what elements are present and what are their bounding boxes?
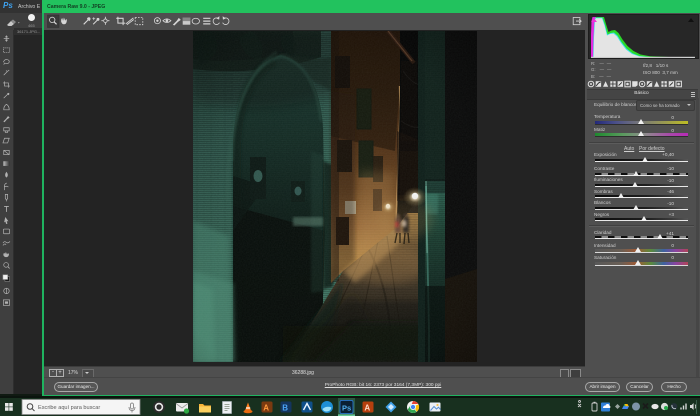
svg-text:B: B xyxy=(282,404,288,413)
svg-text:A: A xyxy=(263,404,269,413)
svg-text:Ps: Ps xyxy=(342,404,351,413)
svg-text:Escribe aquí para buscar: Escribe aquí para buscar xyxy=(38,405,100,411)
svg-text:A: A xyxy=(364,404,370,413)
